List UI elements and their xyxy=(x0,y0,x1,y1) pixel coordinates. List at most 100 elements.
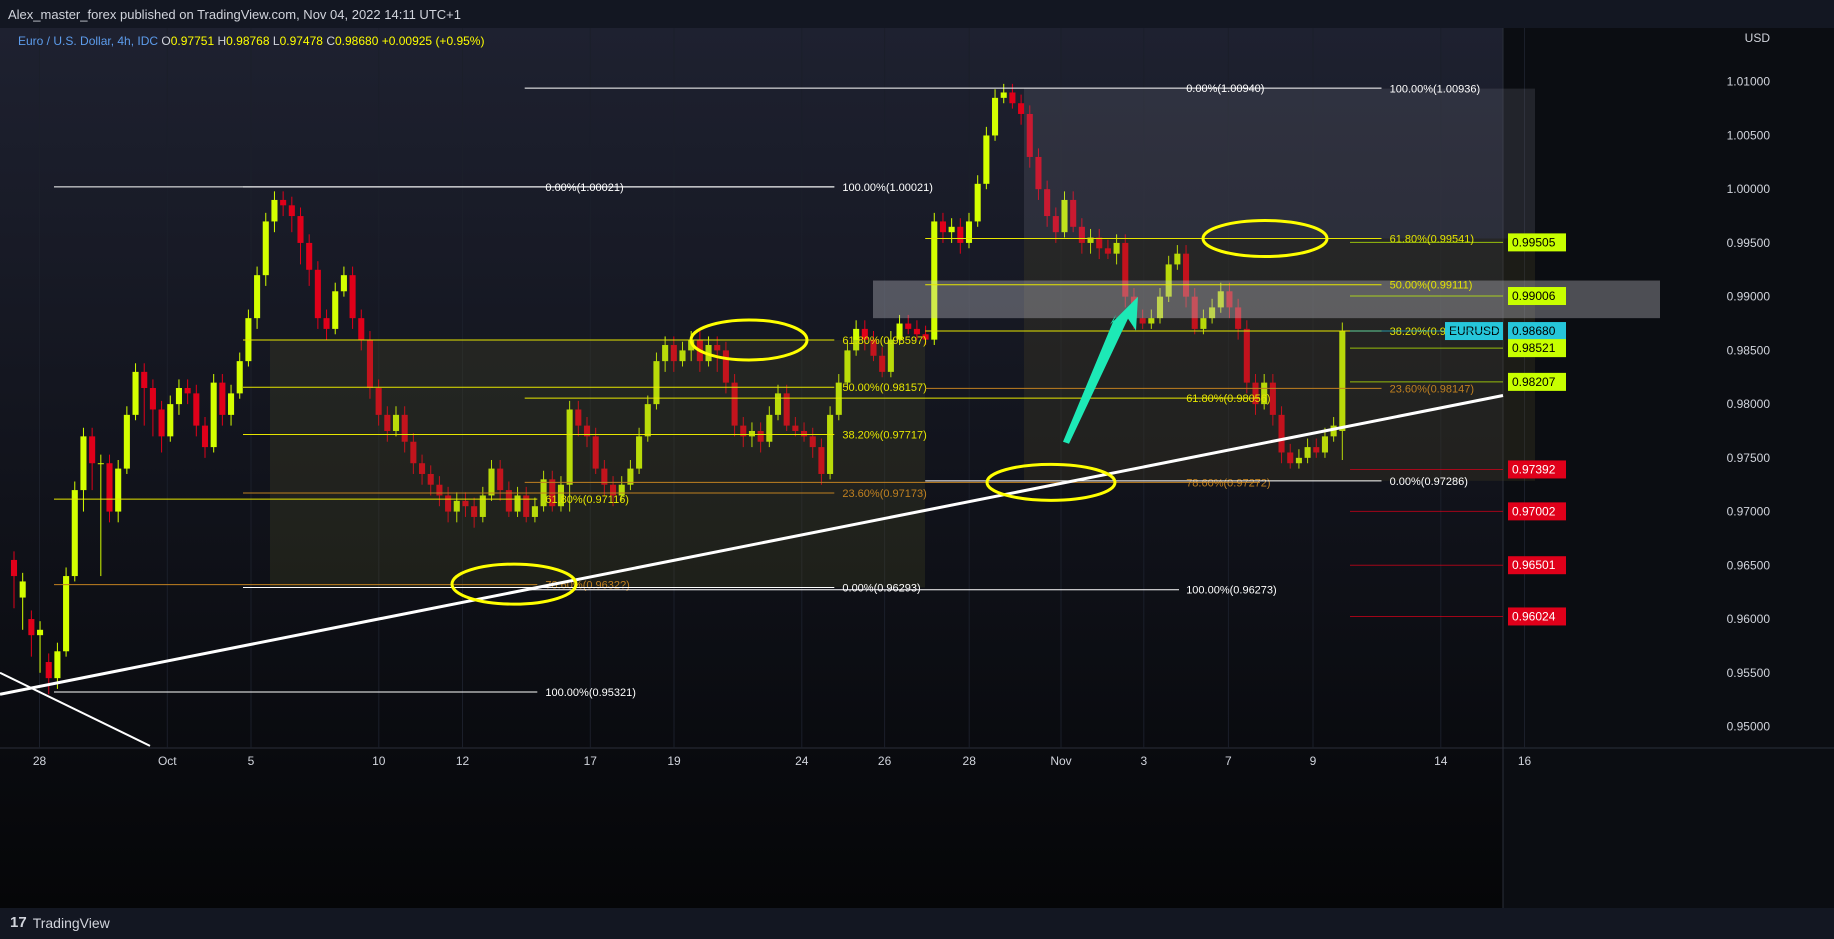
brand-name: TradingView xyxy=(32,914,110,931)
legend-high-label: H xyxy=(217,34,227,48)
candle-body xyxy=(280,199,287,206)
candle-body xyxy=(262,221,269,276)
candle-body xyxy=(957,226,964,243)
candlestick-chart[interactable]: 28 Oct 5 10 12 17 19 24 26 28 Nov 3 7 9 14 16 1.01000 1.0… xyxy=(0,28,1834,908)
x-tick-label: 3 xyxy=(1140,754,1147,768)
candle-body xyxy=(1018,103,1025,114)
fib-label: 38.20%(0.97717) xyxy=(842,430,926,442)
candle-body xyxy=(1009,92,1016,104)
legend-change: +0.00925 (+0.95%) xyxy=(381,34,485,48)
symbol-legend: Euro / U.S. Dollar, 4h, IDC O0.97751 H0.… xyxy=(18,34,484,48)
candle-body xyxy=(939,221,946,233)
candle-body xyxy=(63,576,70,652)
tradingview-brand[interactable]: 17 TradingView xyxy=(10,914,110,931)
chart-area[interactable]: 28 Oct 5 10 12 17 19 24 26 28 Nov 3 7 9 14 16 1.01000 1.0… xyxy=(0,28,1834,908)
candle-body xyxy=(167,404,174,437)
candle-body xyxy=(332,291,339,329)
candle-body xyxy=(983,135,990,184)
candle-body xyxy=(323,318,330,329)
x-tick-label: 5 xyxy=(248,754,255,768)
candle-body xyxy=(193,393,200,426)
y-tick-label: 0.95500 xyxy=(1727,666,1771,680)
candle-body xyxy=(28,619,35,636)
legend-close-label: C xyxy=(326,34,335,48)
candle-body xyxy=(115,468,122,512)
candle-body xyxy=(210,382,217,448)
candle-body xyxy=(80,436,87,491)
legend-open: 0.97751 xyxy=(170,34,215,48)
publisher-bar: Alex_master_forex published on TradingVi… xyxy=(0,0,1834,28)
fib-label: 100.00%(1.00936) xyxy=(1390,84,1481,96)
x-tick-label: 19 xyxy=(667,754,681,768)
y-tick-label: 0.96000 xyxy=(1727,612,1771,626)
y-tick-label: 0.95000 xyxy=(1727,720,1771,734)
candle-body xyxy=(201,425,209,448)
candle-body xyxy=(948,226,955,233)
publisher-text: Alex_master_forex published on TradingVi… xyxy=(8,7,461,22)
price-tag-label: 0.98207 xyxy=(1512,375,1556,389)
currency-label: USD xyxy=(1745,31,1771,45)
x-tick-label: 24 xyxy=(795,754,809,768)
x-tick-label: 10 xyxy=(372,754,386,768)
fib-label: 61.80%(0.98056) xyxy=(1186,393,1270,405)
y-tick-label: 1.00500 xyxy=(1727,128,1771,142)
candle-body xyxy=(992,97,999,136)
candle-body xyxy=(306,242,313,270)
fib-label: 61.80%(0.99541) xyxy=(1390,234,1474,246)
candle-body xyxy=(219,382,226,415)
x-tick-label: 28 xyxy=(963,754,977,768)
fib-label: 0.00%(0.97286) xyxy=(1390,476,1468,488)
legend-low-label: L xyxy=(272,34,280,48)
candle-body xyxy=(931,221,938,340)
x-tick-label: 17 xyxy=(584,754,598,768)
x-tick-label: 16 xyxy=(1518,754,1532,768)
price-tag-label: 0.97002 xyxy=(1512,504,1556,518)
candle-body xyxy=(141,371,148,388)
x-tick-label: 14 xyxy=(1434,754,1448,768)
legend-low: 0.97478 xyxy=(279,34,323,48)
fib-label: 100.00%(0.95321) xyxy=(545,687,636,699)
candle-body xyxy=(123,414,130,469)
candle-body xyxy=(254,275,261,319)
x-tick-label: 9 xyxy=(1310,754,1317,768)
candle-body xyxy=(132,371,139,415)
candle-body xyxy=(358,318,365,340)
fib-label: 0.00%(1.00940) xyxy=(1186,83,1264,95)
candle-body xyxy=(297,216,304,243)
fib-zone xyxy=(270,339,925,588)
price-tag-label: 0.98680 xyxy=(1512,324,1556,338)
candle-body xyxy=(149,388,156,410)
price-tag-label: 0.96024 xyxy=(1512,609,1556,623)
candle-body xyxy=(340,275,347,292)
y-tick-label: 0.97500 xyxy=(1727,451,1771,465)
candle-body xyxy=(37,629,44,636)
legend-high: 0.98768 xyxy=(226,34,270,48)
y-tick-label: 0.99500 xyxy=(1727,236,1771,250)
legend-symbol: Euro / U.S. Dollar, 4h, IDC xyxy=(18,34,159,48)
candle-body xyxy=(175,388,182,405)
tradingview-logo-icon: 17 xyxy=(10,914,27,931)
candle-body xyxy=(271,199,278,222)
candle-body xyxy=(913,328,920,335)
x-tick-label: 12 xyxy=(456,754,470,768)
y-tick-label: 1.01000 xyxy=(1727,75,1771,89)
fib-label: 78.60%(0.97272) xyxy=(1186,477,1270,489)
fib-label: 61.80%(0.98597) xyxy=(842,335,926,347)
price-tag-label: 0.98521 xyxy=(1512,341,1556,355)
candle-body xyxy=(89,436,96,464)
y-tick-label: 0.99000 xyxy=(1727,290,1771,304)
y-tick-label: 0.96500 xyxy=(1727,558,1771,572)
candle-body xyxy=(228,393,235,415)
y-tick-label: 1.00000 xyxy=(1727,182,1771,196)
legend-open-label: O xyxy=(161,34,171,48)
fib-label: 100.00%(1.00021) xyxy=(842,182,933,194)
x-tick-label: Nov xyxy=(1050,754,1071,768)
fib-label: 100.00%(0.96273) xyxy=(1186,585,1277,597)
fib-label: 0.00%(1.00021) xyxy=(545,182,623,194)
price-tag-label: 0.96501 xyxy=(1512,558,1556,572)
candle-body xyxy=(1000,92,1007,98)
footer-bar: 17 TradingView xyxy=(0,908,1834,939)
candle-body xyxy=(349,275,356,319)
candle-body xyxy=(45,662,52,679)
candle-body xyxy=(19,581,26,598)
